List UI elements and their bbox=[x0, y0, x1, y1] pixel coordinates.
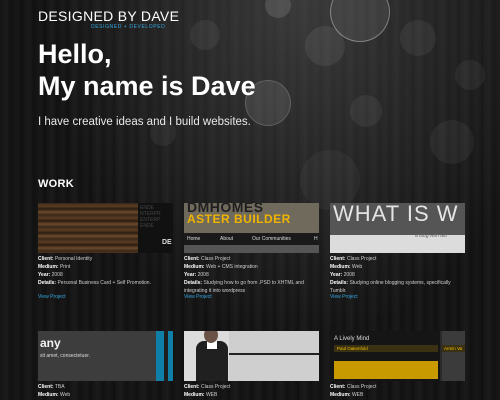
bokeh-light bbox=[300, 150, 360, 210]
project-year: 2008 bbox=[343, 272, 355, 278]
thumbnail-subtitle: Paul Oakenfold bbox=[334, 345, 438, 352]
view-project-link[interactable]: View Project bbox=[184, 294, 212, 300]
project-meta: Client: TBA Medium: Web bbox=[38, 384, 71, 398]
project-thumbnail[interactable] bbox=[184, 331, 319, 381]
hero-line-1: Hello, bbox=[38, 39, 112, 69]
hero-line-2: My name is Dave bbox=[38, 71, 256, 101]
project-meta: Client: Class Project Medium: Web + CMS … bbox=[184, 256, 304, 294]
thumbnail-title: A Lively Mind bbox=[334, 336, 370, 342]
thumbnail-title: any bbox=[40, 336, 61, 350]
project-medium: Web bbox=[59, 392, 71, 398]
project-meta: Client: Class Project Medium: WEB bbox=[330, 384, 377, 398]
project-medium: Web bbox=[351, 264, 363, 270]
project-medium: Print bbox=[59, 264, 71, 270]
project-details: Personal Business Card + Self Promotion. bbox=[57, 280, 151, 286]
bokeh-light bbox=[430, 120, 474, 164]
project-meta: Client: Class Project Medium: WEB bbox=[184, 384, 231, 398]
logo-title: DESIGNED BY DAVE bbox=[38, 8, 180, 24]
project-medium: WEB bbox=[351, 392, 364, 398]
project-client: TBA bbox=[54, 384, 65, 390]
view-project-link[interactable]: View Project bbox=[330, 294, 358, 300]
project-thumbnail[interactable]: A Lively Mind Paul Oakenfold Armin Va bbox=[330, 331, 465, 381]
bokeh-light bbox=[350, 95, 382, 127]
project-year: 2008 bbox=[51, 272, 63, 278]
project-client: Class Project bbox=[200, 384, 231, 390]
thumbnail-title: WHAT IS W bbox=[333, 203, 459, 226]
project-thumbnail[interactable]: any sit amet, consectetuer. bbox=[38, 331, 173, 381]
hero-heading: Hello, My name is Dave bbox=[38, 38, 256, 102]
hero-tagline: I have creative ideas and I build websit… bbox=[38, 116, 251, 128]
view-project-link[interactable]: View Project bbox=[38, 294, 66, 300]
work-section-heading: WORK bbox=[38, 178, 75, 190]
project-client: Personal Identity bbox=[54, 256, 93, 262]
project-details: Studying online blogging systems, specif… bbox=[330, 280, 451, 294]
project-thumbnail[interactable]: DMHOMES ASTER BUILDER Home About Our Com… bbox=[184, 203, 319, 253]
bokeh-light bbox=[305, 26, 345, 66]
thumbnail-nav: Home About Our Communities H bbox=[184, 233, 319, 245]
project-client: Class Project bbox=[346, 256, 377, 262]
thumbnail-subtitle: ASTER BUILDER bbox=[187, 212, 291, 226]
project-details: Studying how to go from .PSD to XHTML an… bbox=[184, 280, 304, 294]
logo-subtitle: DESIGNED + DEVELOPED bbox=[91, 24, 166, 30]
project-medium: Web + CMS integration bbox=[205, 264, 258, 270]
thumbnail-text: DE bbox=[162, 239, 172, 246]
site-logo[interactable]: DESIGNED BY DAVE DESIGNED + DEVELOPED bbox=[38, 8, 179, 30]
project-thumbnail[interactable]: WHAT IS W a blog with alo bbox=[330, 203, 465, 253]
thumbnail-subtitle: a blog with alo bbox=[415, 233, 447, 239]
project-medium: WEB bbox=[205, 392, 218, 398]
thumbnail-side-text: Armin Va bbox=[442, 345, 465, 352]
project-thumbnail[interactable]: ENDE NTERPR ENTERP ENDE DE bbox=[38, 203, 173, 253]
bokeh-light bbox=[455, 60, 485, 90]
project-meta: Client: Personal Identity Medium: Print … bbox=[38, 256, 151, 286]
bokeh-light bbox=[400, 20, 436, 56]
project-year: 2008 bbox=[197, 272, 209, 278]
bokeh-light bbox=[265, 0, 291, 18]
project-client: Class Project bbox=[200, 256, 231, 262]
project-client: Class Project bbox=[346, 384, 377, 390]
thumbnail-subtitle: sit amet, consectetuer. bbox=[40, 353, 91, 359]
project-meta: Client: Class Project Medium: Web Year: … bbox=[330, 256, 451, 294]
